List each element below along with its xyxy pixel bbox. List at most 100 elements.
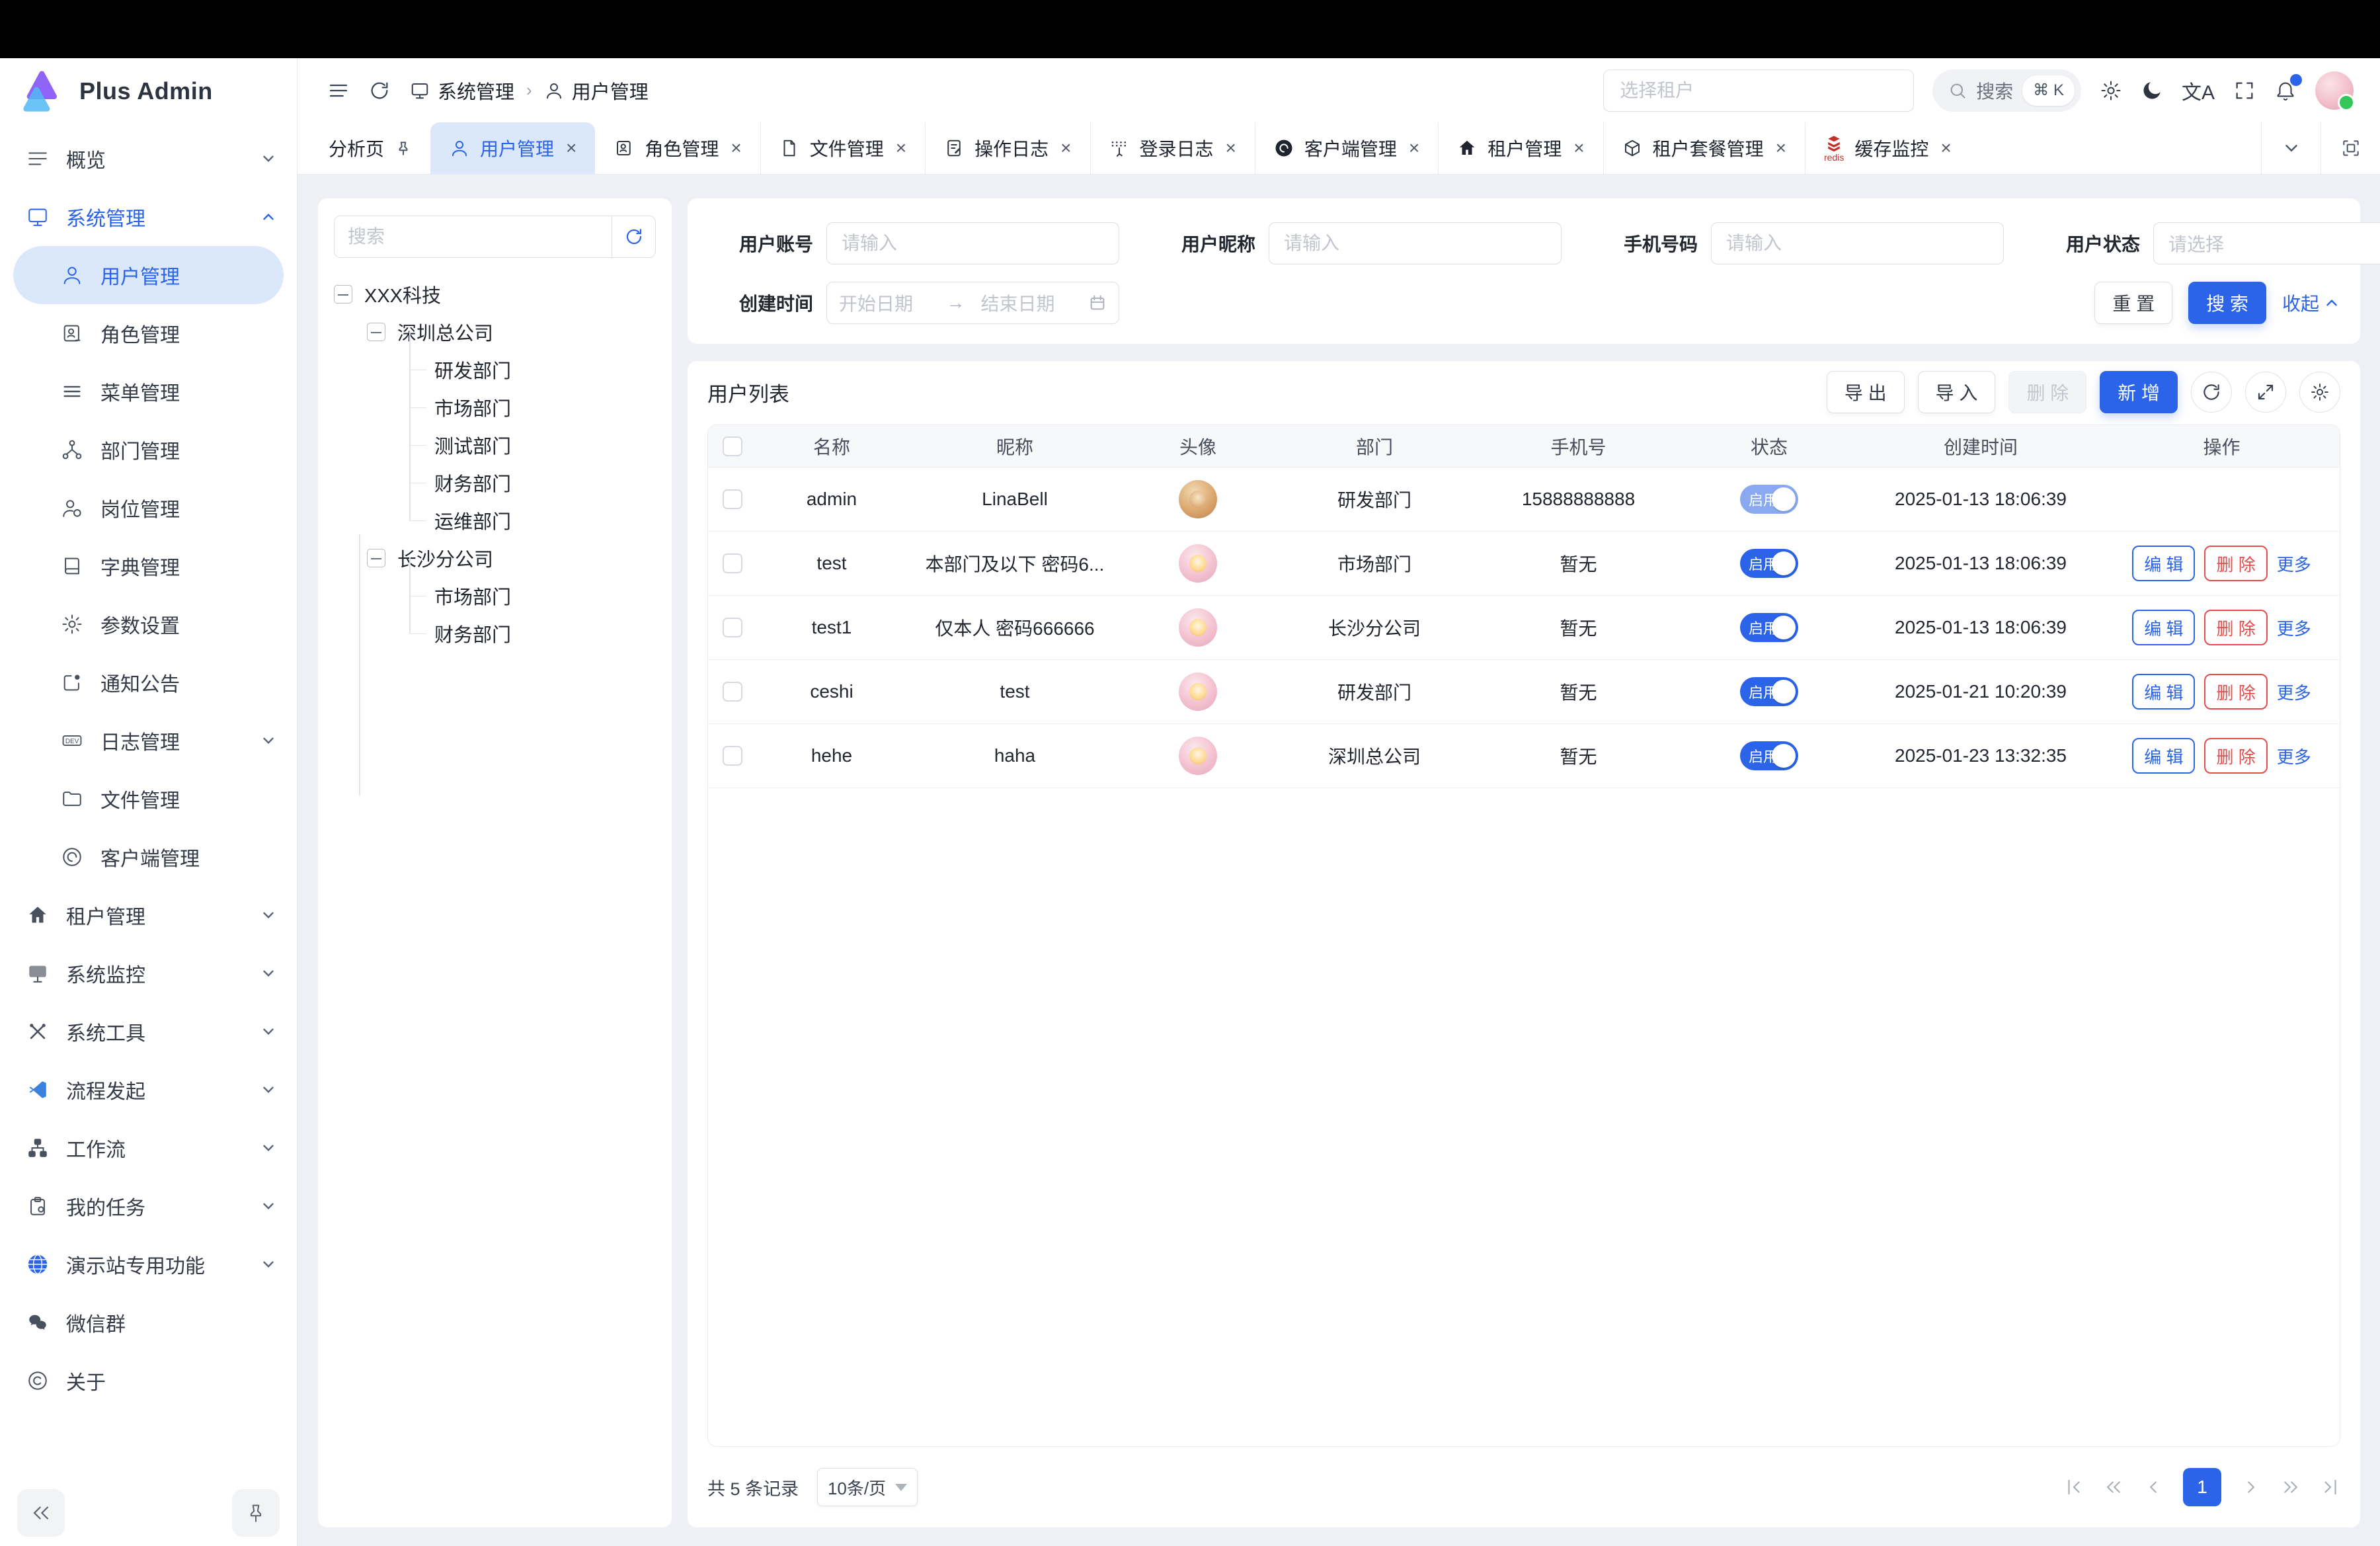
sidebar-item-notice[interactable]: 通知公告	[0, 653, 297, 712]
edit-button[interactable]: 编 辑	[2132, 738, 2195, 774]
close-icon[interactable]: ×	[1060, 138, 1071, 159]
sidebar-item-client-management[interactable]: 客户端管理	[0, 828, 297, 886]
sidebar-item-dict-management[interactable]: 字典管理	[0, 537, 297, 595]
global-search-button[interactable]: 搜索 ⌘ K	[1932, 69, 2081, 112]
dark-mode-moon-icon[interactable]	[2141, 79, 2163, 102]
content-fullscreen-button[interactable]	[2320, 122, 2380, 174]
tree-node-company[interactable]: XXX科技	[334, 275, 656, 313]
collapse-filters-link[interactable]: 收起	[2282, 290, 2340, 316]
delete-button[interactable]: 删 除	[2008, 371, 2086, 413]
tree-node-changsha-branch[interactable]: 长沙分公司	[334, 539, 656, 577]
status-toggle[interactable]: 启用	[1740, 741, 1798, 770]
row-checkbox[interactable]	[723, 553, 742, 573]
sidebar-item-system-management[interactable]: 系统管理	[0, 188, 297, 246]
first-page-button[interactable]	[2064, 1477, 2084, 1497]
tab-operation-log[interactable]: 操作日志 ×	[925, 122, 1090, 174]
add-button[interactable]: 新 增	[2100, 371, 2178, 413]
status-toggle[interactable]: 启用	[1740, 613, 1798, 642]
pin-icon[interactable]	[395, 140, 412, 157]
sidebar-item-menu-management[interactable]: 菜单管理	[0, 362, 297, 421]
status-toggle[interactable]: 启用	[1740, 485, 1798, 514]
delete-row-button[interactable]: 删 除	[2204, 674, 2267, 710]
tree-node-cs-market-dept[interactable]: 市场部门	[334, 577, 656, 614]
next-5-pages-button[interactable]	[2281, 1477, 2301, 1497]
sidebar-item-file-management[interactable]: 文件管理	[0, 770, 297, 828]
collapse-box-icon[interactable]	[334, 285, 352, 304]
hamburger-icon[interactable]	[328, 80, 349, 101]
close-icon[interactable]: ×	[1776, 138, 1786, 159]
tree-node-test-dept[interactable]: 测试部门	[334, 426, 656, 464]
sidebar-item-system-monitor[interactable]: 系统监控	[0, 944, 297, 1002]
refresh-icon[interactable]	[369, 80, 390, 101]
tab-list-chevron-button[interactable]	[2261, 122, 2320, 174]
sidebar-collapse-button[interactable]	[17, 1489, 65, 1537]
table-fullscreen-button[interactable]	[2245, 372, 2286, 413]
sidebar-item-user-management[interactable]: 用户管理	[13, 246, 284, 304]
sidebar-item-process-start[interactable]: 流程发起	[0, 1061, 297, 1119]
edit-button[interactable]: 编 辑	[2132, 546, 2195, 581]
import-button[interactable]: 导 入	[1918, 371, 1996, 413]
nickname-input[interactable]	[1269, 222, 1562, 264]
tab-analysis[interactable]: 分析页	[309, 122, 430, 174]
more-link[interactable]: 更多	[2277, 551, 2311, 576]
sidebar-item-tenant-management[interactable]: 租户管理	[0, 886, 297, 944]
delete-row-button[interactable]: 删 除	[2204, 610, 2267, 645]
close-icon[interactable]: ×	[1573, 138, 1584, 159]
close-icon[interactable]: ×	[896, 138, 906, 159]
tree-node-rd-dept[interactable]: 研发部门	[334, 350, 656, 388]
close-icon[interactable]: ×	[1409, 138, 1419, 159]
sidebar-item-wechat-group[interactable]: 微信群	[0, 1293, 297, 1352]
status-toggle[interactable]: 启用	[1740, 677, 1798, 706]
sidebar-item-system-tools[interactable]: 系统工具	[0, 1002, 297, 1061]
row-checkbox[interactable]	[723, 618, 742, 637]
account-input[interactable]	[826, 222, 1119, 264]
close-icon[interactable]: ×	[1940, 138, 1951, 159]
prev-page-button[interactable]	[2143, 1477, 2163, 1497]
tab-tenant-package[interactable]: 租户套餐管理 ×	[1603, 122, 1805, 174]
reset-button[interactable]: 重 置	[2094, 282, 2172, 324]
tab-cache-monitor[interactable]: redis 缓存监控 ×	[1805, 122, 1970, 174]
user-avatar[interactable]	[2315, 71, 2354, 110]
tree-node-cs-finance-dept[interactable]: 财务部门	[334, 614, 656, 652]
tree-node-market-dept[interactable]: 市场部门	[334, 388, 656, 426]
sidebar-item-workflow[interactable]: 工作流	[0, 1119, 297, 1177]
tab-role-management[interactable]: 角色管理 ×	[595, 122, 760, 174]
collapse-box-icon[interactable]	[367, 323, 385, 341]
table-settings-button[interactable]	[2299, 372, 2340, 413]
sidebar-item-log-management[interactable]: DEV 日志管理	[0, 712, 297, 770]
select-all-checkbox[interactable]	[723, 436, 742, 456]
delete-row-button[interactable]: 删 除	[2204, 738, 2267, 774]
phone-input[interactable]	[1711, 222, 2004, 264]
breadcrumb-system-management[interactable]: 系统管理	[410, 77, 514, 104]
sidebar-item-role-management[interactable]: 角色管理	[0, 304, 297, 362]
delete-row-button[interactable]: 删 除	[2204, 546, 2267, 581]
sidebar-item-about[interactable]: 关于	[0, 1352, 297, 1410]
tree-node-ops-dept[interactable]: 运维部门	[334, 501, 656, 539]
sidebar-item-param-settings[interactable]: 参数设置	[0, 595, 297, 653]
breadcrumb-user-management[interactable]: 用户管理	[544, 77, 649, 104]
more-link[interactable]: 更多	[2277, 680, 2311, 704]
status-select[interactable]: 请选择	[2153, 222, 2380, 264]
page-size-select[interactable]: 10条/页	[817, 1468, 918, 1506]
tab-login-log[interactable]: 登录日志 ×	[1090, 122, 1255, 174]
sidebar-pin-button[interactable]	[232, 1489, 280, 1537]
row-checkbox[interactable]	[723, 489, 742, 509]
translate-icon[interactable]: 文A	[2182, 76, 2215, 105]
tree-refresh-button[interactable]	[612, 216, 655, 257]
search-button[interactable]: 搜 索	[2188, 282, 2266, 324]
tree-search-input[interactable]	[335, 216, 612, 257]
collapse-box-icon[interactable]	[367, 549, 385, 567]
date-range-picker[interactable]: 开始日期 → 结束日期	[826, 282, 1119, 324]
row-checkbox[interactable]	[723, 746, 742, 766]
close-icon[interactable]: ×	[731, 138, 741, 159]
tree-node-finance-dept[interactable]: 财务部门	[334, 464, 656, 501]
status-toggle[interactable]: 启用	[1740, 549, 1798, 578]
sidebar-item-post-management[interactable]: 岗位管理	[0, 479, 297, 537]
edit-button[interactable]: 编 辑	[2132, 674, 2195, 710]
edit-button[interactable]: 编 辑	[2132, 610, 2195, 645]
row-checkbox[interactable]	[723, 682, 742, 702]
next-page-button[interactable]	[2241, 1477, 2261, 1497]
tree-node-shenzhen-hq[interactable]: 深圳总公司	[334, 313, 656, 350]
tab-file-management[interactable]: 文件管理 ×	[760, 122, 925, 174]
sidebar-item-demo-features[interactable]: 演示站专用功能	[0, 1235, 297, 1293]
